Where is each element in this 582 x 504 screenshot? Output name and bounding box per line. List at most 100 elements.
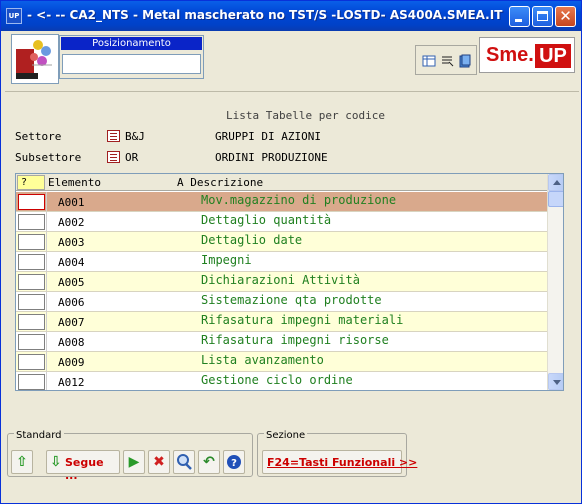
column-divider bbox=[46, 192, 47, 211]
row-code: A002 bbox=[58, 216, 85, 229]
table-row[interactable]: A001 Mov.magazzino di produzione bbox=[16, 192, 547, 212]
scroll-thumb[interactable] bbox=[548, 191, 563, 207]
column-header-select[interactable]: ? bbox=[17, 175, 45, 190]
smeup-logo: Sme. UP bbox=[479, 37, 575, 73]
row-code: A004 bbox=[58, 256, 85, 269]
segue-button[interactable]: ⇩ Segue ... bbox=[46, 450, 120, 482]
row-select-input[interactable] bbox=[18, 194, 45, 210]
minimize-icon bbox=[515, 19, 522, 22]
application-window: UP - <- -- CA2_NTS - Metal mascherato no… bbox=[0, 0, 582, 504]
column-divider bbox=[46, 272, 47, 291]
close-icon: ✕ bbox=[559, 7, 572, 25]
window-title: - <- -- CA2_NTS - Metal mascherato no TS… bbox=[27, 8, 507, 22]
row-code: A001 bbox=[58, 196, 85, 209]
maximize-icon bbox=[537, 11, 548, 21]
row-description: Impegni bbox=[201, 253, 252, 267]
help-button[interactable]: ? bbox=[223, 450, 245, 474]
subsector-label: Subsettore bbox=[15, 151, 82, 164]
row-code: A005 bbox=[58, 276, 85, 289]
column-divider bbox=[46, 212, 47, 231]
text-view-icon[interactable] bbox=[440, 54, 454, 68]
table-view-icon[interactable] bbox=[422, 54, 436, 68]
row-code: A003 bbox=[58, 236, 85, 249]
row-select-input[interactable] bbox=[18, 234, 45, 250]
cancel-button[interactable]: ✖ bbox=[148, 450, 170, 474]
table-row[interactable]: A007 Rifasatura impegni materiali bbox=[16, 312, 547, 332]
toolbar: Posizionamento Sme. UP bbox=[5, 31, 579, 85]
standard-group: Standard ⇧ ⇩ Segue ... ▶ ✖ ↶ ? bbox=[7, 430, 253, 482]
table-row[interactable]: A008 Rifasatura impegni risorse bbox=[16, 332, 547, 352]
subsector-code: OR bbox=[125, 151, 139, 164]
row-description: Mov.magazzino di produzione bbox=[201, 193, 397, 207]
row-select-input[interactable] bbox=[18, 294, 45, 310]
table-row[interactable]: A003 Dettaglio date bbox=[16, 232, 547, 252]
arrow-down-icon: ⇩ bbox=[50, 454, 62, 470]
function-bar: Standard ⇧ ⇩ Segue ... ▶ ✖ ↶ ? Sezione F… bbox=[5, 430, 579, 482]
row-code: A009 bbox=[58, 356, 85, 369]
column-divider bbox=[46, 372, 47, 390]
table-row[interactable]: A004 Impegni bbox=[16, 252, 547, 272]
title-bar[interactable]: UP - <- -- CA2_NTS - Metal mascherato no… bbox=[1, 1, 581, 31]
confirm-button[interactable]: ▶ bbox=[123, 450, 145, 474]
vertical-scrollbar[interactable] bbox=[547, 174, 563, 390]
play-icon: ▶ bbox=[128, 454, 140, 470]
sector-description: GRUPPI DI AZIONI bbox=[215, 130, 321, 143]
minimize-button[interactable] bbox=[509, 6, 530, 27]
arrow-up-icon: ⇧ bbox=[16, 454, 28, 470]
row-select-input[interactable] bbox=[18, 354, 45, 370]
table-row[interactable]: A006 Sistemazione qta prodotte bbox=[16, 292, 547, 312]
column-header-element[interactable]: Elemento bbox=[48, 176, 101, 189]
undo-icon: ↶ bbox=[203, 454, 215, 470]
table-row[interactable]: A012 Gestione ciclo ordine bbox=[16, 372, 547, 390]
table-row[interactable]: A002 Dettaglio quantità bbox=[16, 212, 547, 232]
row-select-input[interactable] bbox=[18, 214, 45, 230]
table-row[interactable]: A009 Lista avanzamento bbox=[16, 352, 547, 372]
subsector-description: ORDINI PRODUZIONE bbox=[215, 151, 328, 164]
table-row[interactable]: A005 Dichiarazioni Attività bbox=[16, 272, 547, 292]
row-description: Sistemazione qta prodotte bbox=[201, 293, 382, 307]
row-description: Dettaglio date bbox=[201, 233, 303, 247]
section-group: Sezione F24=Tasti Funzionali >> bbox=[257, 430, 417, 477]
section-group-label: Sezione bbox=[264, 430, 308, 441]
page-up-button[interactable]: ⇧ bbox=[11, 450, 33, 474]
list-title: Lista Tabelle per codice bbox=[226, 109, 385, 122]
column-divider bbox=[46, 332, 47, 351]
row-description: Rifasatura impegni materiali bbox=[201, 313, 404, 327]
x-icon: ✖ bbox=[153, 454, 165, 470]
positioning-input[interactable] bbox=[62, 54, 201, 74]
app-logo[interactable] bbox=[11, 34, 59, 84]
row-select-input[interactable] bbox=[18, 274, 45, 290]
function-keys-button[interactable]: F24=Tasti Funzionali >> bbox=[262, 450, 417, 474]
row-code: A012 bbox=[58, 376, 85, 389]
close-button[interactable]: ✕ bbox=[555, 6, 576, 27]
row-select-input[interactable] bbox=[18, 334, 45, 350]
row-description: Dichiarazioni Attività bbox=[201, 273, 360, 287]
column-header-description[interactable]: A Descrizione bbox=[177, 176, 263, 189]
column-divider bbox=[46, 292, 47, 311]
positioning-panel: Posizionamento bbox=[59, 35, 204, 79]
search-button[interactable] bbox=[173, 450, 195, 474]
tables-grid: ? Elemento A Descrizione A001 Mov.magazz… bbox=[15, 173, 564, 391]
column-divider bbox=[46, 232, 47, 251]
chevron-up-icon bbox=[553, 180, 561, 185]
row-select-input[interactable] bbox=[18, 314, 45, 330]
standard-group-label: Standard bbox=[14, 430, 64, 441]
function-keys-label: F24=Tasti Funzionali >> bbox=[267, 456, 418, 469]
brand-text: Sme. bbox=[486, 44, 534, 66]
subsector-list-icon[interactable] bbox=[107, 151, 120, 163]
sector-list-icon[interactable] bbox=[107, 130, 120, 142]
scroll-down-button[interactable] bbox=[548, 373, 563, 390]
separator bbox=[5, 91, 579, 92]
row-select-input[interactable] bbox=[18, 374, 45, 390]
positioning-label: Posizionamento bbox=[61, 37, 202, 50]
row-code: A008 bbox=[58, 336, 85, 349]
back-button[interactable]: ↶ bbox=[198, 450, 220, 474]
maximize-button[interactable] bbox=[532, 6, 553, 27]
app-icon[interactable]: UP bbox=[6, 8, 22, 24]
row-select-input[interactable] bbox=[18, 254, 45, 270]
book-icon[interactable] bbox=[458, 54, 472, 68]
scroll-up-button[interactable] bbox=[548, 174, 563, 191]
column-divider bbox=[46, 352, 47, 371]
row-code: A007 bbox=[58, 316, 85, 329]
segue-label: Segue ... bbox=[65, 456, 104, 482]
